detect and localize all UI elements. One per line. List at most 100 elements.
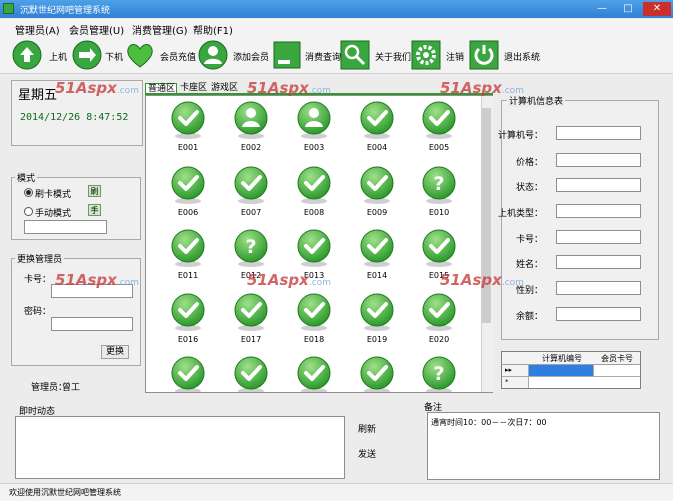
machine-item[interactable]: E003 [289,100,339,162]
exit-system-button[interactable]: 退出系统 [469,39,541,71]
machine-item[interactable]: E001 [163,100,213,162]
manual-mode-icon: 手 [88,204,101,216]
machine-item[interactable]: E020 [414,292,464,354]
machine-id: E016 [177,335,199,344]
machine-item[interactable] [163,355,213,392]
machine-item[interactable]: E018 [289,292,339,354]
label-balance: 余额： [515,312,543,322]
swipe-mode-icon: 刷 [88,185,101,197]
login-type-field[interactable] [556,204,641,218]
change-admin-button[interactable]: 更换 [101,345,129,359]
machine-item[interactable]: E009 [352,165,402,227]
toolbar-label: 下机 [105,53,124,63]
machine-id: E003 [303,143,325,152]
machine-item[interactable]: E016 [163,292,213,354]
machine-item[interactable]: E017 [226,292,276,354]
consume-query-button[interactable]: 消费查询 [272,39,342,71]
check-status-icon [171,101,205,139]
check-status-icon [297,293,331,331]
machine-id: E010 [428,208,450,217]
machine-item[interactable]: E002 [226,100,276,162]
weekday-label: 星期五 [18,88,58,103]
about-us-button[interactable]: 关于我们 [340,39,411,71]
toolbar-label: 退出系统 [504,53,541,63]
menu-consume[interactable]: 消费管理(G) [132,22,188,37]
machine-item[interactable]: E006 [163,165,213,227]
logout-machine-button[interactable]: 下机 [72,39,124,71]
machine-item[interactable]: E008 [289,165,339,227]
swipe-mode-radio[interactable] [24,188,33,197]
admin-password-input[interactable] [51,317,133,331]
row-marker: ▸▸ [502,365,528,376]
check-status-icon [234,166,268,204]
name-field[interactable] [556,255,641,269]
manual-mode-radio[interactable] [24,207,33,216]
logoff-button[interactable]: 注销 [411,39,465,71]
arrow-down-icon [72,40,102,70]
table-cell-selected[interactable] [529,365,593,376]
live-messages-box[interactable] [15,416,345,479]
balance-field[interactable] [556,307,641,321]
question-status-icon: ? [422,356,456,392]
gender-field[interactable] [556,281,641,295]
machine-item[interactable] [352,355,402,392]
machine-id: E006 [177,208,199,217]
member-recharge-button[interactable]: 会员充值 [125,39,196,71]
machine-item[interactable]: E011 [163,228,213,290]
machine-id: E017 [240,335,262,344]
add-member-button[interactable]: 添加会员 [198,39,269,71]
machine-id: E005 [428,143,450,152]
minimize-button[interactable]: — [590,2,614,16]
watermark: 51Aspx.com [55,79,139,97]
machine-card-table[interactable]: 计算机编号 会员卡号 ▸▸ * [501,351,641,389]
machine-item[interactable]: E004 [352,100,402,162]
grid-scrollbar-thumb[interactable] [482,108,491,323]
table-cell[interactable] [594,365,640,376]
machine-item[interactable] [226,355,276,392]
toolbar-label: 注销 [446,53,465,63]
gear-icon [411,40,441,70]
check-status-icon [297,356,331,392]
send-button[interactable]: 发送 [352,449,382,463]
change-admin-title: 更换管理员 [15,252,65,265]
machine-id: E001 [177,143,199,152]
price-field[interactable] [556,153,641,167]
computer-no-field[interactable] [556,126,641,140]
close-button[interactable]: ✕ [643,2,671,16]
toolbar: 上机 下机 会员充值 添加会员 消费查询 关于我们 注销 退出系统 [0,37,673,74]
menu-member[interactable]: 会员管理(U) [69,22,124,37]
status-field[interactable] [556,178,641,192]
toolbar-label: 消费查询 [305,53,342,63]
manual-input[interactable] [24,220,107,234]
watermark: 51Aspx.com [440,271,524,289]
note-box[interactable]: 通宵时间10：00－－次日7：00 [427,412,660,480]
check-status-icon [171,166,205,204]
toolbar-label: 上机 [49,53,68,63]
table-row-new[interactable] [529,377,640,388]
datetime-label: 2014/12/26 8:47:52 [20,112,129,123]
machine-id: E018 [303,335,325,344]
machine-item[interactable]: E007 [226,165,276,227]
menu-help[interactable]: 帮助(F1) [193,22,233,37]
refresh-button[interactable]: 刷新 [352,424,382,438]
column-header-computer-no: 计算机编号 [542,354,582,363]
machine-item[interactable]: E019 [352,292,402,354]
machine-item[interactable]: E005 [414,100,464,162]
check-status-icon [422,101,456,139]
login-machine-button[interactable]: 上机 [12,39,70,71]
check-status-icon [360,293,394,331]
machine-item[interactable]: ? [414,355,464,392]
machine-item[interactable]: ? E010 [414,165,464,227]
maximize-button[interactable]: □ [616,2,640,16]
machine-id: E011 [177,271,199,280]
label-login-type: 上机类型： [498,209,544,219]
card-no-field[interactable] [556,230,641,244]
check-status-icon [297,166,331,204]
check-status-icon [360,101,394,139]
machine-item[interactable]: E014 [352,228,402,290]
machine-item[interactable] [289,355,339,392]
svg-text:?: ? [433,173,444,195]
menu-admin[interactable]: 管理员(A) [15,22,60,37]
machine-id: E004 [366,143,388,152]
machine-id: E014 [366,271,388,280]
